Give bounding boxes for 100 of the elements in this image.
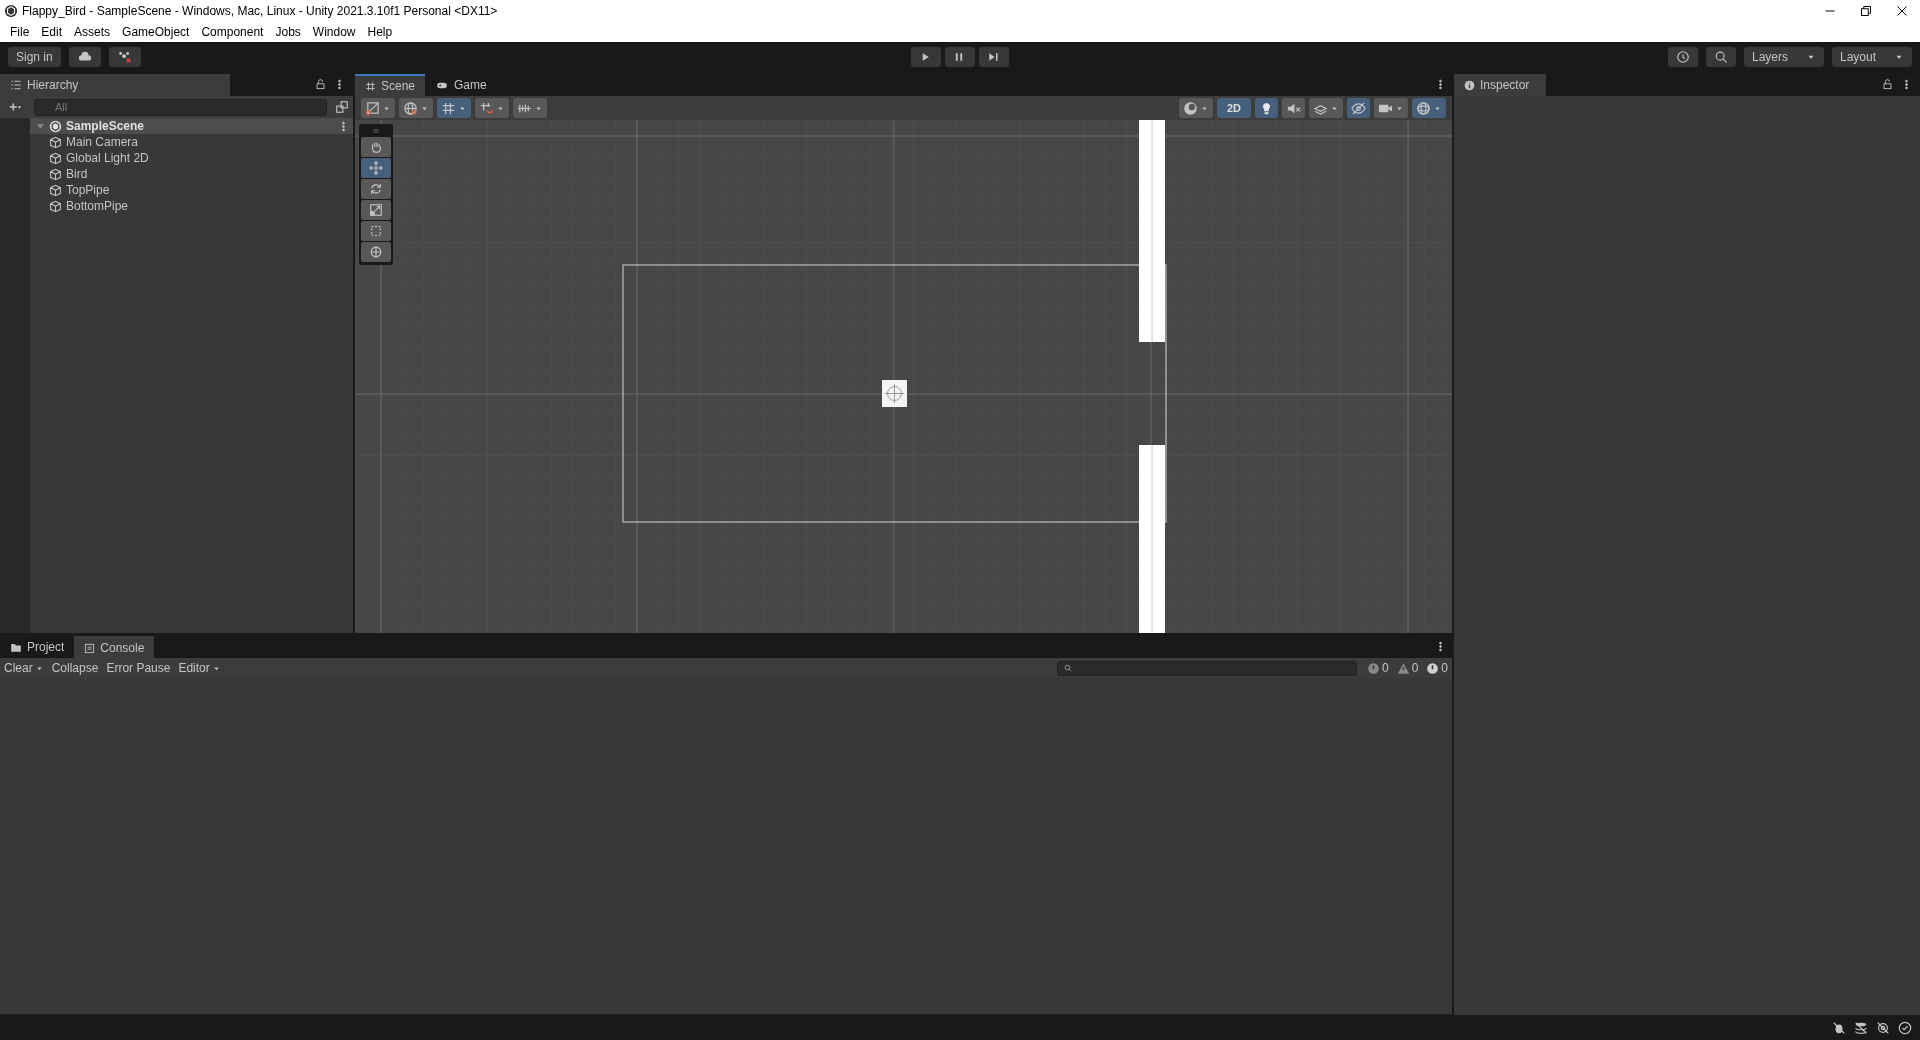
scene-toolbar-button[interactable] [1255,98,1278,118]
menu-item[interactable]: Edit [35,23,69,41]
cloud-button[interactable] [68,47,101,67]
cloud-icon [76,50,93,64]
panel-tab[interactable]: Scene [355,74,426,96]
panel-tab[interactable]: Game [425,74,497,96]
close-icon[interactable] [1896,5,1908,17]
scene-toolbar-button[interactable] [1412,98,1446,118]
console-button[interactable]: Clear [0,659,48,677]
layers-dropdown[interactable]: Layers [1744,47,1824,67]
history-icon [1676,50,1690,64]
lock-icon[interactable] [315,78,326,90]
cube-icon [49,167,62,181]
bug-off-icon[interactable] [1832,1020,1846,1035]
scene-toolbar-button[interactable] [1309,98,1343,118]
menu-item[interactable]: Window [306,23,362,41]
search-icon [1063,664,1072,672]
menu-item[interactable]: Help [361,23,399,41]
info-icon [1464,79,1475,91]
scene-toolbar-button[interactable] [399,98,433,118]
history-button[interactable] [1668,47,1698,67]
tool-button[interactable] [361,242,391,262]
hierarchy-item[interactable]: TopPipe [30,182,353,198]
play-control-button[interactable] [945,47,975,67]
scene-toolbar-button[interactable] [1178,98,1213,118]
scene-toolbar-button[interactable] [475,98,509,118]
scene-toolbar-button[interactable] [361,98,395,118]
unity-scene-icon [49,119,62,133]
log-count-toggle[interactable]: 0 [1422,659,1452,677]
console-icon [84,642,96,654]
folder-icon [10,641,22,653]
warning-icon [1396,661,1410,675]
scene-toolbar-button[interactable] [437,98,471,118]
log-count-toggle[interactable]: 0 [1392,659,1423,677]
panel-tab[interactable]: Console [74,636,155,658]
cube-icon [49,199,62,213]
collab-off-icon [116,50,133,64]
scene-toolbar-button[interactable] [513,98,547,118]
scale-icon [369,203,383,217]
scene-toolbar-button[interactable] [1374,98,1408,118]
hierarchy-item[interactable]: Bird [30,166,353,182]
scene-toolbar-button[interactable] [1282,98,1305,118]
hierarchy-tab[interactable]: Hierarchy [0,74,230,96]
cube-icon [49,183,62,197]
gear-off-icon[interactable] [1876,1020,1890,1035]
scene-toolbar-button[interactable]: 2D [1216,98,1251,118]
sphere-icon [1182,100,1198,116]
cube-icon [49,151,62,165]
hierarchy-item[interactable]: Main Camera [30,134,353,150]
crossed-eye-icon [1351,100,1366,116]
layout-dropdown[interactable]: Layout [1832,47,1912,67]
hierarchy-item[interactable]: Global Light 2D [30,150,353,166]
cube-icon [49,135,62,149]
hierarchy-item[interactable]: BottomPipe [30,198,353,214]
search-icon [1714,50,1728,64]
step-icon [987,51,999,63]
grid-icon [441,100,456,116]
bird-sprite [882,380,907,407]
menu-item[interactable]: Component [195,23,270,41]
error-icon [1426,661,1440,675]
log-count-toggle[interactable]: 0 [1362,659,1393,677]
console-search-field[interactable] [1056,660,1357,676]
check-circle-icon[interactable] [1898,1020,1912,1035]
transform-icon [369,245,383,259]
pause-icon [953,51,965,63]
menu-item[interactable]: File [4,23,36,41]
collab-button[interactable] [108,47,141,67]
rect-tool-icon [369,224,383,238]
restore-icon[interactable] [1860,5,1872,17]
window-title: Flappy_Bird - SampleScene - Windows, Mac, Linux - Unity 2021.3.10f1 Personal <DX11> [22,3,498,20]
tool-button[interactable] [361,221,391,241]
scene-search-icon[interactable] [335,100,349,114]
tool-button[interactable] [361,179,391,199]
hash-icon [365,80,376,92]
inspector-tab[interactable]: Inspector [1454,74,1546,96]
sign-in-button[interactable]: Sign in [8,47,61,67]
cache-off-icon[interactable] [1854,1020,1868,1035]
panel-tab[interactable]: Project [0,636,75,658]
info-icon [1366,661,1380,675]
line-square-icon [365,100,380,116]
menu-item[interactable]: GameObject [116,23,196,41]
globe-icon [403,100,418,116]
tool-button[interactable] [361,200,391,220]
console-button[interactable]: Collapse [47,659,103,677]
console-button[interactable]: Error Pause [102,659,175,677]
console-button[interactable]: Editor [174,659,225,677]
rotate-icon [369,182,383,196]
play-control-button[interactable] [979,47,1009,67]
hand-icon [369,140,383,154]
menu-item[interactable]: Jobs [269,23,307,41]
play-control-button[interactable] [911,47,941,67]
scene-row[interactable]: SampleScene [30,118,353,134]
scene-toolbar-button[interactable] [1347,98,1370,118]
search-button[interactable] [1706,47,1736,67]
lock-icon[interactable] [1882,78,1893,90]
tool-button[interactable] [361,137,391,157]
tool-button[interactable] [361,158,391,178]
search-field[interactable]: All [34,98,327,116]
menu-item[interactable]: Assets [68,23,117,41]
move-arrows-icon [369,161,383,175]
